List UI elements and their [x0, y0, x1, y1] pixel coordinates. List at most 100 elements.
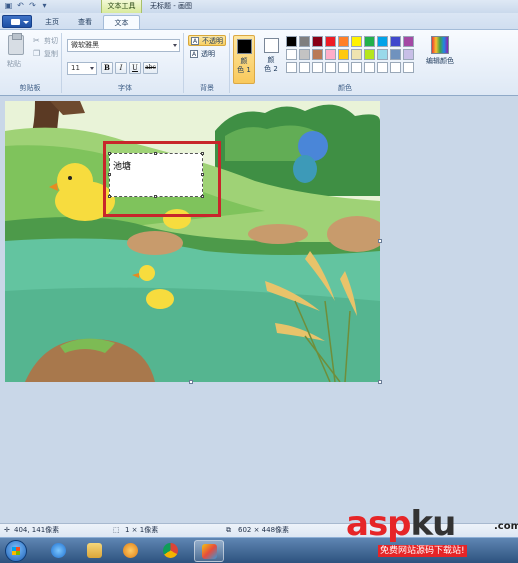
qat-dropdown-icon[interactable]: ▾: [40, 1, 49, 10]
palette-swatch[interactable]: [390, 49, 401, 60]
transparent-option[interactable]: A 透明: [188, 49, 217, 60]
tab-text[interactable]: 文本: [103, 15, 140, 29]
palette-swatch[interactable]: [286, 36, 297, 47]
cut-icon: ✂: [33, 36, 40, 45]
palette-swatch[interactable]: [377, 36, 388, 47]
paste-icon[interactable]: [8, 33, 24, 55]
background-group-label: 背景: [200, 84, 214, 92]
paint-icon: [202, 544, 217, 559]
ribbon-tabs: 主页 查看 文本: [0, 13, 518, 29]
group-divider: [61, 33, 62, 93]
image-size: 602 × 448像素: [238, 526, 290, 534]
palette-swatch[interactable]: [377, 62, 388, 73]
palette-swatch[interactable]: [351, 36, 362, 47]
palette-swatch[interactable]: [299, 36, 310, 47]
taskbar-explorer[interactable]: [80, 540, 110, 562]
canvas-resize-handle-corner[interactable]: [378, 380, 382, 384]
palette-swatch[interactable]: [325, 62, 336, 73]
palette-swatch[interactable]: [325, 49, 336, 60]
edit-colors-label: 编辑颜色: [426, 57, 454, 65]
save-icon[interactable]: ▣: [4, 1, 13, 10]
taskbar-chrome[interactable]: [156, 540, 186, 562]
taskbar-media-player[interactable]: [116, 540, 146, 562]
watermark-main-text: aspku: [346, 504, 456, 544]
ie-icon: [51, 543, 66, 558]
palette-swatch[interactable]: [299, 62, 310, 73]
group-divider: [229, 33, 230, 93]
chevron-down-icon: [173, 44, 177, 47]
transparent-icon: A: [190, 50, 198, 58]
color1-selector[interactable]: 颜 色 1: [233, 35, 255, 84]
palette-swatch[interactable]: [364, 49, 375, 60]
palette-swatch[interactable]: [312, 49, 323, 60]
tab-home[interactable]: 主页: [40, 15, 64, 29]
palette-swatch[interactable]: [364, 62, 375, 73]
opaque-option[interactable]: A 不透明: [188, 35, 226, 46]
media-icon: [123, 543, 138, 558]
font-size-select[interactable]: 11: [67, 62, 97, 75]
palette-swatch[interactable]: [351, 62, 362, 73]
font-size-value: 11: [71, 64, 80, 72]
cursor-position-icon: ✛: [4, 526, 10, 534]
color-palette: [286, 36, 414, 73]
palette-swatch[interactable]: [377, 49, 388, 60]
canvas-resize-handle-right[interactable]: [378, 239, 382, 243]
palette-swatch[interactable]: [299, 49, 310, 60]
paste-button[interactable]: 粘贴: [7, 59, 21, 69]
quick-access-toolbar: ▣ ↶ ↷ ▾: [4, 1, 49, 10]
palette-swatch[interactable]: [312, 62, 323, 73]
italic-button[interactable]: I: [115, 62, 127, 74]
transparent-label: 透明: [201, 50, 215, 58]
ribbon: 粘贴 ✂ 剪切 ❐ 复制 剪贴板 微软雅黑 11 B I U abc 字体 A 不透明…: [0, 29, 518, 96]
palette-swatch[interactable]: [325, 36, 336, 47]
palette-swatch[interactable]: [403, 62, 414, 73]
watermark-dotcom: .com: [494, 521, 518, 532]
cut-button[interactable]: ✂ 剪切: [33, 36, 58, 46]
start-button[interactable]: [5, 540, 27, 562]
taskbar-paint[interactable]: [194, 540, 224, 562]
edit-colors-button[interactable]: 编辑颜色: [423, 36, 457, 66]
cursor-position: 404, 141像素: [14, 526, 60, 534]
palette-swatch[interactable]: [286, 62, 297, 73]
cut-label: 剪切: [44, 37, 58, 45]
selection-size: 1 × 1像素: [125, 526, 159, 534]
palette-swatch[interactable]: [390, 62, 401, 73]
color2-selector[interactable]: 颜 色 2: [260, 35, 282, 84]
image-size-icon: ⧉: [226, 526, 231, 534]
redo-icon[interactable]: ↷: [28, 1, 37, 10]
palette-swatch[interactable]: [338, 49, 349, 60]
strikethrough-button[interactable]: abc: [143, 62, 158, 74]
copy-label: 复制: [44, 50, 58, 58]
taskbar-ie[interactable]: [44, 540, 74, 562]
chevron-down-icon: [90, 67, 94, 70]
tab-view[interactable]: 查看: [70, 15, 100, 29]
palette-swatch[interactable]: [338, 36, 349, 47]
font-family-select[interactable]: 微软雅黑: [67, 39, 180, 52]
aspku-watermark-logo: aspku .com 免费网站源码下载站!: [346, 504, 518, 559]
undo-icon[interactable]: ↶: [16, 1, 25, 10]
palette-swatch[interactable]: [351, 49, 362, 60]
palette-swatch[interactable]: [403, 36, 414, 47]
copy-button[interactable]: ❐ 复制: [33, 49, 58, 59]
palette-swatch[interactable]: [338, 62, 349, 73]
underline-button[interactable]: U: [129, 62, 141, 74]
canvas-workspace: 池塘: [0, 96, 518, 523]
bold-button[interactable]: B: [101, 62, 113, 74]
drawing-canvas[interactable]: 池塘: [5, 101, 380, 382]
context-tab-text-tools: 文本工具: [101, 0, 142, 13]
window-title: 无标题 - 画图: [150, 2, 192, 10]
copy-icon: ❐: [33, 49, 41, 58]
palette-swatch[interactable]: [286, 49, 297, 60]
palette-swatch[interactable]: [364, 36, 375, 47]
palette-swatch[interactable]: [403, 49, 414, 60]
highlight-frame: [103, 141, 221, 217]
clipboard-group-label: 剪贴板: [19, 84, 41, 92]
opaque-label: 不透明: [202, 37, 223, 45]
paint-menu-button[interactable]: [2, 15, 32, 28]
canvas-resize-handle-bottom[interactable]: [189, 380, 193, 384]
color2-label-a: 颜: [267, 56, 275, 64]
palette-swatch[interactable]: [390, 36, 401, 47]
font-family-value: 微软雅黑: [71, 41, 99, 49]
palette-swatch[interactable]: [312, 36, 323, 47]
color2-swatch: [263, 38, 279, 53]
